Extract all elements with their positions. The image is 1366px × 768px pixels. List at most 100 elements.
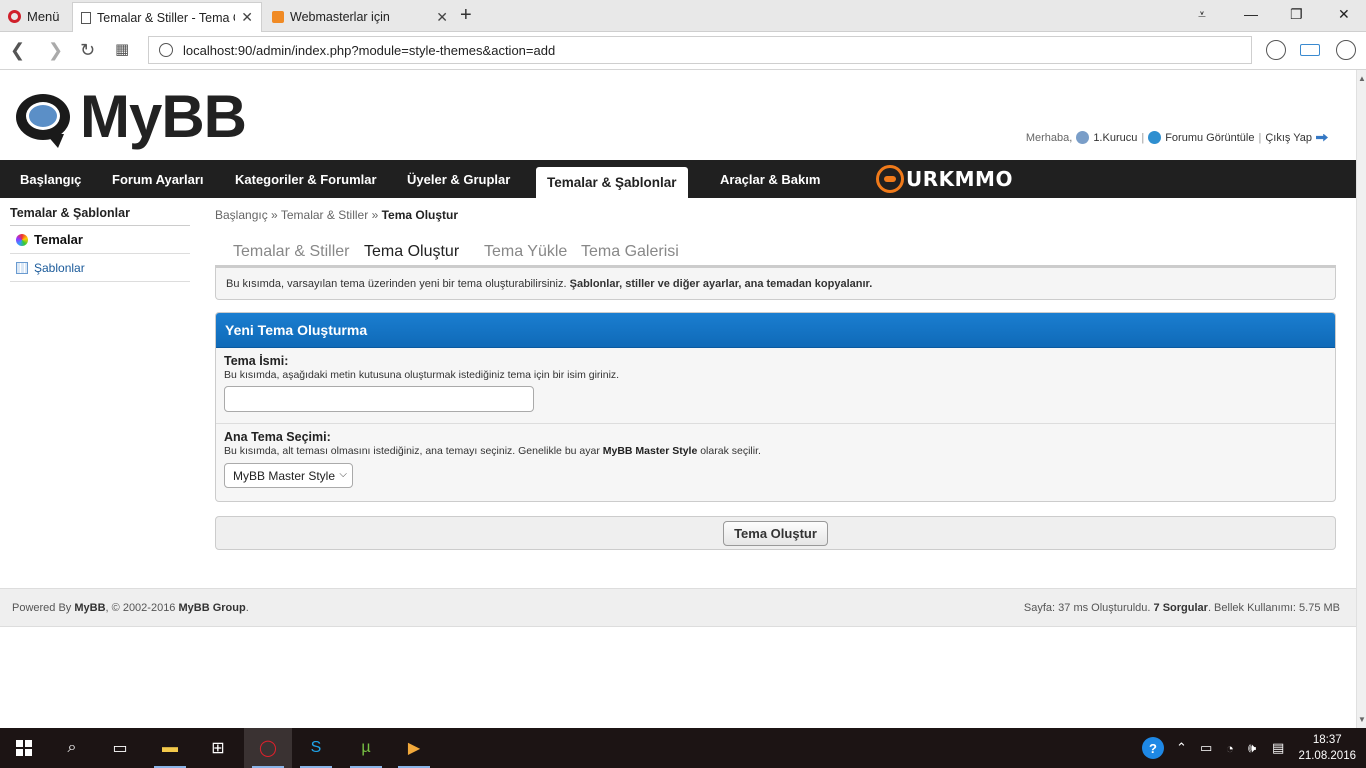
task-view-icon[interactable]: ▭ [96,728,144,768]
urkmmo-logo[interactable]: URKMMO [876,165,1013,193]
mybb-link[interactable]: MyBB [74,602,105,614]
opera-taskbar-icon[interactable]: ◯ [244,728,292,768]
browser-tab[interactable]: Webmasterlar için ✕ [264,2,456,32]
nav-categories-forums[interactable]: Kategoriler & Forumlar [235,160,377,198]
system-clock[interactable]: 18:37 21.08.2016 [1298,732,1356,764]
breadcrumb-separator: » [271,208,278,222]
forward-icon[interactable]: ❯ [48,40,63,61]
form-buttons: Tema Oluştur [215,516,1336,550]
account-icon[interactable] [1336,40,1356,60]
view-forum-link[interactable]: Forumu Görüntüle [1165,132,1254,144]
mybb-logo[interactable]: MyBB [16,82,247,152]
sidebar-title: Temalar & Şablonlar [10,206,190,226]
opera-logo-icon [8,9,21,23]
breadcrumb-home[interactable]: Başlangıç [215,208,268,222]
reload-icon[interactable]: ↻ [80,40,95,61]
chevron-down-icon: ⌵ [339,469,347,480]
form-title: Yeni Tema Oluşturma [216,313,1335,348]
theme-name-description: Bu kısımda, aşağıdaki metin kutusuna olu… [224,369,620,381]
page-stats: Sayfa: 37 ms Oluşturuldu. 7 Sorgular. Be… [1023,601,1340,614]
sidebar: Temalar & Şablonlar Temalar Şablonlar [10,206,190,282]
logout-arrow-icon [1316,133,1328,142]
sidebar-item-label[interactable]: Şablonlar [34,261,85,275]
nav-forum-settings[interactable]: Forum Ayarları [112,160,204,198]
tab-import-theme[interactable]: Tema Yükle [476,236,575,268]
wifi-icon[interactable]: ◔ [1226,728,1234,768]
tab-theme-gallery[interactable]: Tema Galerisi [573,236,687,268]
battery-saver-icon[interactable] [1300,44,1320,56]
globe-icon [159,43,173,57]
file-explorer-icon[interactable]: ▬ [146,728,194,768]
new-tab-icon[interactable]: + [460,4,472,27]
download-icon[interactable] [1266,40,1286,60]
url-field[interactable]: localhost:90/admin/index.php?module=styl… [148,36,1252,64]
minimize-icon[interactable]: — [1244,6,1258,22]
create-theme-button[interactable]: Tema Oluştur [723,521,828,546]
page-icon [81,11,91,24]
logout-link[interactable]: Çıkış Yap [1265,132,1312,144]
battery-icon[interactable]: ▭ [1200,728,1212,768]
themes-icon [16,233,28,246]
parent-theme-label: Ana Tema Seçimi: [224,430,331,444]
browser-tab-bar: Menü Temalar & Stiller - Tema Ol ✕ Webma… [0,0,1366,32]
start-button[interactable] [0,728,48,768]
main-navigation: Başlangıç Forum Ayarları Kategoriler & F… [0,160,1356,198]
tab-title: Temalar & Stiller - Tema Ol [97,10,236,25]
sub-tabs: Temalar & Stiller Tema Oluştur Tema Yükl… [215,232,1336,271]
templates-icon [16,261,28,274]
tab-close-icon[interactable]: ✕ [436,9,448,26]
globe-icon [1148,131,1162,144]
username-link[interactable]: 1.Kurucu [1093,132,1137,144]
sidebar-item-themes[interactable]: Temalar [10,226,190,254]
tab-close-icon[interactable]: ✕ [241,9,253,26]
utorrent-icon[interactable]: µ [342,728,390,768]
help-icon[interactable]: ? [1142,728,1164,768]
sidebar-item-templates[interactable]: Şablonlar [10,254,190,282]
notifications-icon[interactable]: ▤ [1272,728,1284,768]
selected-value: MyBB Master Style [233,468,336,483]
info-notice: Bu kısımda, varsayılan tema üzerinden ye… [215,268,1336,300]
nav-users-groups[interactable]: Üyeler & Gruplar [407,160,510,198]
webmaster-favicon-icon [272,11,284,23]
page-scrollbar[interactable]: ▲ ▼ [1356,70,1366,728]
user-icon [1076,131,1090,144]
mybb-group-link[interactable]: MyBB Group [179,602,246,614]
tray-chevron-icon[interactable]: ⌃ [1176,728,1187,768]
windows-taskbar: ⌕ ▭ ▬ ⊞ ◯ S µ ▶ ? ⌃ ▭ ◔ 🕪 ▤ 18:37 21.08.… [0,728,1366,768]
store-icon[interactable]: ⊞ [194,728,242,768]
theme-name-label: Tema İsmi: [224,354,289,368]
notice-text: Bu kısımda, varsayılan tema üzerinden ye… [226,277,567,290]
sidebar-item-label: Temalar [34,232,83,247]
opera-menu-button[interactable]: Menü [0,0,68,32]
scroll-down-icon[interactable]: ▼ [1358,715,1366,724]
tab-menu-icon[interactable]: ⩡ [1198,6,1206,23]
nav-tools-maintenance[interactable]: Araçlar & Bakım [720,160,820,198]
nav-themes-templates[interactable]: Temalar & Şablonlar [536,167,688,198]
parent-theme-description: Bu kısımda, alt teması olmasını istediği… [224,445,761,457]
page-footer: Powered By MyBB, © 2002-2016 MyBB Group.… [0,588,1356,627]
search-icon[interactable]: ⌕ [48,728,96,768]
browser-tab-active[interactable]: Temalar & Stiller - Tema Ol ✕ [72,2,262,32]
scroll-up-icon[interactable]: ▲ [1358,74,1366,83]
urkmmo-emblem-icon [876,165,904,193]
nav-home[interactable]: Başlangıç [20,160,81,198]
speed-dial-icon[interactable]: ▦ [115,40,129,58]
urkmmo-text: URKMMO [906,167,1013,191]
restore-icon[interactable]: ❐ [1290,6,1303,23]
user-welcome: Merhaba, 1.Kurucu | Forumu Görüntüle | Ç… [1026,131,1328,144]
tab-themes-styles[interactable]: Temalar & Stiller [225,236,357,268]
breadcrumb-separator: » [371,208,379,222]
back-icon[interactable]: ❮ [10,40,25,61]
media-player-icon[interactable]: ▶ [390,728,438,768]
tab-create-theme[interactable]: Tema Oluştur [356,236,468,271]
parent-theme-select[interactable]: MyBB Master Style ⌵ [224,463,353,488]
volume-icon[interactable]: 🕪 [1248,728,1256,768]
theme-name-input[interactable] [224,386,534,412]
powered-by: Powered By MyBB, © 2002-2016 MyBB Group. [12,601,249,614]
skype-icon[interactable]: S [292,728,340,768]
clock-time: 18:37 [1312,734,1342,746]
parent-theme-row: Ana Tema Seçimi: Bu kısımda, alt teması … [216,424,1335,494]
close-window-icon[interactable]: ✕ [1338,6,1350,23]
welcome-text: Merhaba, [1025,131,1073,144]
breadcrumb-themes[interactable]: Temalar & Stiller [281,208,368,222]
